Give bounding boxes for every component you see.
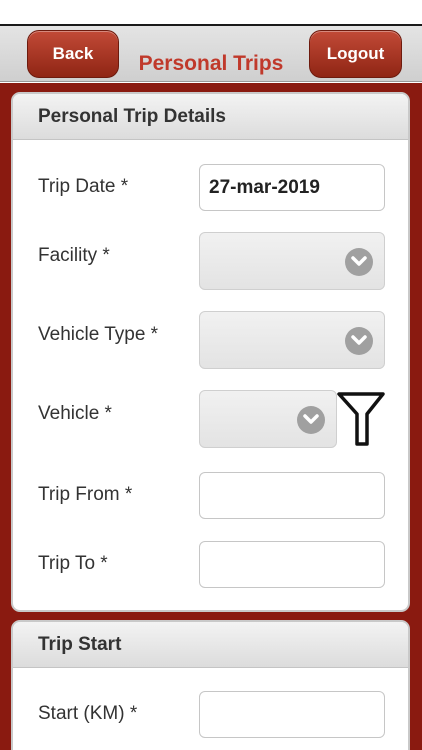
page-title: Personal Trips <box>138 52 284 75</box>
vehicle-label: Vehicle * <box>38 403 112 424</box>
trip-date-label: Trip Date * <box>38 176 129 197</box>
section-title: Trip Start <box>38 633 122 655</box>
personal-trip-details-card: Personal Trip Details Trip Date * Facili… <box>11 92 410 612</box>
content-area: Personal Trip Details Trip Date * Facili… <box>0 83 422 750</box>
trip-from-label: Trip From * <box>38 484 133 505</box>
chevron-down-icon <box>345 248 373 276</box>
vehicle-type-label: Vehicle Type * <box>38 324 159 345</box>
vehicle-select[interactable] <box>199 390 337 448</box>
chevron-down-icon <box>297 406 325 434</box>
start-km-label: Start (KM) * <box>38 703 138 724</box>
back-button[interactable]: Back <box>27 30 119 78</box>
trip-to-input[interactable] <box>199 541 385 588</box>
trip-date-input[interactable] <box>199 164 385 211</box>
facility-label: Facility * <box>38 245 110 266</box>
chevron-down-icon <box>345 327 373 355</box>
app-header: Back Personal Trips Logout <box>0 26 422 82</box>
section-title: Personal Trip Details <box>38 105 226 127</box>
trip-from-input[interactable] <box>199 472 385 519</box>
filter-icon[interactable] <box>336 390 386 448</box>
vehicle-type-select[interactable] <box>199 311 385 369</box>
start-km-input[interactable] <box>199 691 385 738</box>
card-header: Personal Trip Details <box>13 94 408 140</box>
status-bar <box>0 0 422 24</box>
logout-button[interactable]: Logout <box>309 30 402 78</box>
card-header: Trip Start <box>13 622 408 668</box>
trip-start-card: Trip Start Start (KM) * <box>11 620 410 750</box>
facility-select[interactable] <box>199 232 385 290</box>
trip-to-label: Trip To * <box>38 553 108 574</box>
